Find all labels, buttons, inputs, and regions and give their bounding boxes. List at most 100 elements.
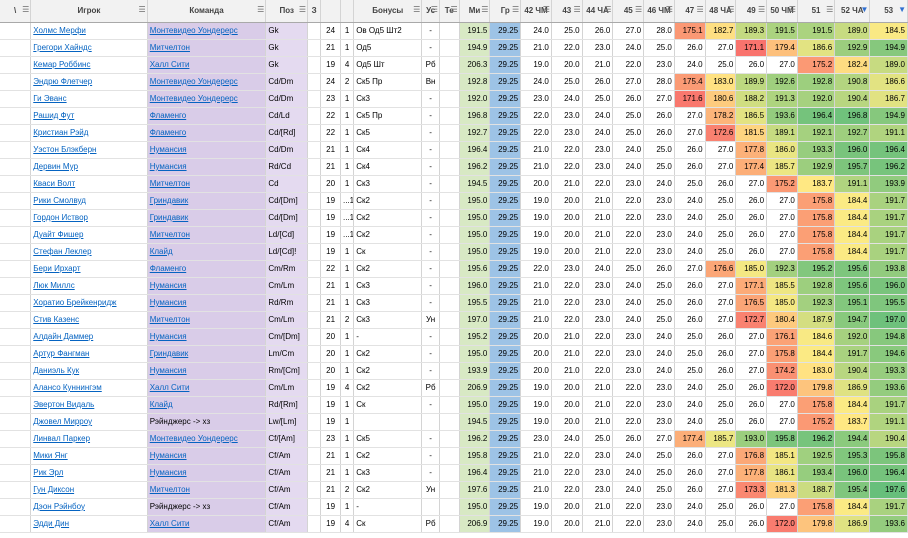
row-marker-cell[interactable] [0,192,32,210]
row-marker-cell[interactable] [0,124,32,142]
filter-dropdown-icon[interactable]: ☰ [512,5,519,15]
table-row[interactable]: Бери Ирхарт Фламенго Cm/Rm 22 1 Ск2-195.6 29.2… [0,260,908,278]
row-marker-cell[interactable] [0,175,32,193]
team-name-cell[interactable]: Монтевидео Уондерерс [147,430,267,448]
table-row[interactable]: Люк Миллс Нумансия Cm/Lm 21 1 Ск3-196.0 29.25 2… [0,277,908,295]
table-row[interactable]: Грегори Хайндс Митчелтон Gk 21 1 Од5-194.9 29.… [0,39,908,57]
table-row[interactable]: Стефан Леклер Клайд Ld/[Cd]! 19 1 Ск - 195.0 29.… [0,243,908,261]
row-marker-cell[interactable] [0,56,32,74]
table-row[interactable]: Линвал Паркер Монтевидео Уондерерс Cf/[Am]… [0,430,908,448]
player-name-link[interactable]: Ги Эванс [30,90,148,108]
table-row[interactable]: Гордон Иствор Гриндавик Cd/[Dm] 19 ...1 Ск2- 1… [0,209,908,227]
player-name-link[interactable]: Стефан Леклер [30,243,148,261]
row-marker-cell[interactable] [0,209,32,227]
player-name-link[interactable]: Хоратио Брейкенридж [30,294,148,312]
column-header[interactable]: Бонусы ☰ [353,0,423,23]
row-marker-cell[interactable] [0,294,32,312]
player-name-link[interactable]: Линвал Паркер [30,430,148,448]
table-row[interactable]: Холмс Мерфи Монтевидео Уондерерс Gk 24 1 Ов О… [0,22,908,40]
player-name-link[interactable]: Рашид Фут [30,107,148,125]
column-header[interactable]: Команда ☰ [147,0,267,23]
row-marker-cell[interactable] [0,464,32,482]
filter-dropdown-icon[interactable]: ☰ [139,5,146,15]
team-name-cell[interactable]: Гриндавик [147,209,267,227]
column-header[interactable]: 50 ЧМ ☰ [766,0,798,23]
team-name-cell[interactable]: Фламенго [147,260,267,278]
team-name-cell[interactable]: Нумансия [147,141,267,159]
row-marker-cell[interactable] [0,481,32,499]
table-row[interactable]: Кристиан Рэйд Фламенго Cd/[Rd] 22 1 Ск5- 192.7… [0,124,908,142]
column-header[interactable]: 52 ЧА ▼ [834,0,871,23]
player-name-link[interactable]: Эвертон Видаль [30,396,148,414]
filter-dropdown-icon[interactable]: ☰ [450,5,457,15]
team-name-cell[interactable]: Митчелтон [147,39,267,57]
row-marker-cell[interactable] [0,498,32,516]
player-name-link[interactable]: Стив Казенс [30,311,148,329]
row-marker-cell[interactable] [0,345,32,363]
team-name-cell[interactable]: Халл Сити [147,515,267,533]
column-header[interactable] [340,0,355,23]
row-marker-cell[interactable] [0,260,32,278]
player-name-link[interactable]: Алансо Куннингэм [30,379,148,397]
table-row[interactable]: Гун Диксон Митчелтон Cf/Am 21 2 Ск2 Ун 197.6 29.… [0,481,908,499]
column-header[interactable]: 44 ЧА ☰ [582,0,614,23]
player-name-link[interactable]: Дервин Мур [30,158,148,176]
filter-dropdown-icon[interactable]: ☰ [727,5,734,15]
player-name-link[interactable]: Кемар Роббинс [30,56,148,74]
team-name-cell[interactable]: Клайд [147,396,267,414]
team-name-cell[interactable]: Митчелтон [147,481,267,499]
filter-dropdown-icon[interactable]: ☰ [481,5,488,15]
row-marker-cell[interactable] [0,311,32,329]
column-header[interactable]: 53 ▼ [869,0,908,23]
table-row[interactable]: Кваси Волт Митчелтон Cd 20 1 Ск3- 194.5 29.25 20… [0,175,908,193]
table-row[interactable]: Рик Эрл Нумансия Cf/Am 21 1 Ск3-196.4 29.25 21.… [0,464,908,482]
table-row[interactable]: Артур Фангман Гриндавик Lm/Cm 20 1 Ск2-195.0 2… [0,345,908,363]
row-marker-cell[interactable] [0,39,32,57]
table-row[interactable]: Алансо Куннингэм Халл Сити Cm/Lm 19 4 Ск2 Рб 20… [0,379,908,397]
row-marker-cell[interactable] [0,379,32,397]
player-name-link[interactable]: Бери Ирхарт [30,260,148,278]
column-header[interactable]: \ ☰ [0,0,32,23]
filter-dropdown-icon[interactable]: ☰ [299,5,306,15]
column-header[interactable]: 42 ЧМ ☰ [520,0,552,23]
row-marker-cell[interactable] [0,141,32,159]
team-name-cell[interactable]: Нумансия [147,328,267,346]
filter-dropdown-icon[interactable]: ☰ [696,5,703,15]
table-row[interactable]: Кемар Роббинс Халл Сити Gk 19 4 Од5 Шт Рб 206.3… [0,56,908,74]
column-header[interactable]: Гр ☰ [489,0,522,23]
filter-active-icon[interactable]: ▼ [898,5,906,15]
player-name-link[interactable]: Джовел Мирроу [30,413,148,431]
row-marker-cell[interactable] [0,107,32,125]
table-row[interactable]: Рашид Фут Фламенго Cd/Ld 22 1 Ск5 Пр -196.8 29.… [0,107,908,125]
column-header[interactable]: 45 ☰ [612,0,645,23]
team-name-cell[interactable]: Нумансия [147,362,267,380]
player-name-link[interactable]: Эдди Дин [30,515,148,533]
column-header[interactable] [320,0,342,23]
team-name-cell[interactable]: Митчелтон [147,311,267,329]
filter-dropdown-icon[interactable]: ☰ [543,5,550,15]
player-name-link[interactable]: Алдайн Даммер [30,328,148,346]
row-marker-cell[interactable] [0,158,32,176]
row-marker-cell[interactable] [0,362,32,380]
row-marker-cell[interactable] [0,413,32,431]
filter-dropdown-icon[interactable]: ☰ [635,5,642,15]
table-row[interactable]: Дервин Мур Нумансия Rd/Cd 21 1 Ск4-196.2 29.25… [0,158,908,176]
column-header[interactable]: Ми ☰ [459,0,491,23]
team-name-cell[interactable]: Нумансия [147,158,267,176]
table-row[interactable]: Джовел Мирроу Рэйнджерс -> хз Lw/[Lm] 19 1 19… [0,413,908,431]
column-header[interactable]: 46 ЧМ ☰ [643,0,675,23]
team-name-cell[interactable]: Клайд [147,243,267,261]
table-row[interactable]: Эндрю Флетчер Монтевидео Уондерерс Cd/Dm 24… [0,73,908,91]
team-name-cell[interactable]: Нумансия [147,464,267,482]
filter-dropdown-icon[interactable]: ☰ [257,5,264,15]
player-name-link[interactable]: Кристиан Рэйд [30,124,148,142]
row-marker-cell[interactable] [0,73,32,91]
team-name-cell[interactable]: Монтевидео Уондерерс [147,73,267,91]
filter-dropdown-icon[interactable]: ☰ [758,5,765,15]
team-name-cell[interactable]: Гриндавик [147,345,267,363]
team-name-cell[interactable]: Халл Сити [147,56,267,74]
filter-active-icon[interactable]: ▼ [860,5,868,15]
player-name-link[interactable]: Люк Миллс [30,277,148,295]
player-name-link[interactable]: Кваси Волт [30,175,148,193]
team-name-cell[interactable]: Халл Сити [147,379,267,397]
